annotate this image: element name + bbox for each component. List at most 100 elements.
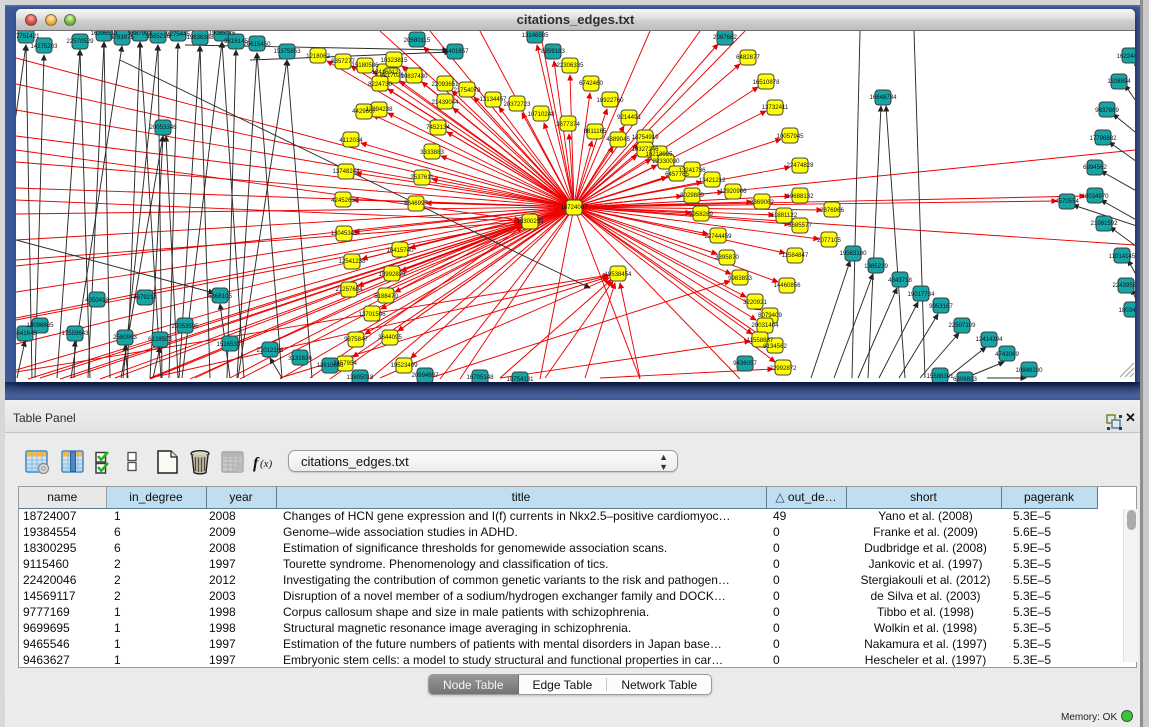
svg-text:6128503: 6128503: [148, 336, 172, 343]
svg-text:9958289: 9958289: [689, 211, 713, 218]
svg-text:f: f: [253, 455, 260, 472]
svg-text:18034339: 18034339: [1118, 307, 1135, 314]
svg-text:19563180: 19563180: [839, 250, 867, 257]
svg-text:3395870: 3395870: [715, 254, 739, 261]
svg-text:20580115: 20580115: [404, 37, 431, 44]
svg-text:22439587: 22439587: [1112, 282, 1135, 289]
svg-text:17751421: 17751421: [16, 33, 40, 40]
svg-text:4112034: 4112034: [339, 137, 363, 144]
svg-text:21754078: 21754078: [453, 87, 481, 94]
svg-text:4743069: 4743069: [995, 351, 1019, 358]
svg-text:13045349: 13045349: [330, 230, 358, 237]
svg-text:20053346: 20053346: [149, 124, 177, 131]
svg-text:20615450: 20615450: [243, 41, 271, 48]
svg-text:15375853: 15375853: [273, 48, 301, 55]
svg-text:14460856: 14460856: [773, 282, 801, 289]
svg-text:3220921: 3220921: [743, 299, 767, 306]
svg-text:12414394: 12414394: [975, 336, 1003, 343]
svg-text:9436057: 9436057: [733, 360, 757, 367]
svg-text:18034970: 18034970: [1081, 193, 1109, 200]
svg-text:13421212: 13421212: [698, 177, 726, 184]
svg-text:16415740: 16415740: [386, 247, 414, 254]
svg-text:13146585: 13146585: [521, 32, 549, 39]
svg-text:3677374: 3677374: [556, 121, 580, 128]
svg-text:6457765: 6457765: [665, 171, 689, 178]
svg-text:19085076: 19085076: [208, 31, 236, 37]
svg-text:8224730: 8224730: [368, 81, 392, 88]
svg-text:21257684: 21257684: [335, 286, 363, 293]
svg-text:16224441: 16224441: [1116, 53, 1135, 60]
svg-text:22744459: 22744459: [704, 233, 732, 240]
svg-text:19538454: 19538454: [604, 271, 632, 278]
svg-text:21439044: 21439044: [431, 99, 459, 106]
svg-text:22992872: 22992872: [769, 365, 797, 372]
svg-text:8646997: 8646997: [404, 200, 428, 207]
svg-text:2087682: 2087682: [713, 34, 737, 41]
svg-text:19523409: 19523409: [390, 362, 418, 369]
svg-text:13805018: 13805018: [346, 374, 374, 381]
svg-text:17559643: 17559643: [61, 330, 89, 337]
svg-text:9875847: 9875847: [344, 336, 368, 343]
svg-text:1385239: 1385239: [864, 263, 888, 270]
svg-text:18992829: 18992829: [378, 271, 406, 278]
svg-text:1108894: 1108894: [1107, 78, 1131, 85]
svg-text:7452134: 7452134: [426, 124, 450, 131]
svg-text:16648784: 16648784: [869, 94, 897, 101]
svg-text:15180586: 15180586: [351, 62, 379, 69]
svg-text:4679214: 4679214: [133, 294, 157, 301]
svg-text:18922760: 18922760: [596, 97, 624, 104]
svg-text:3644095: 3644095: [378, 334, 402, 341]
svg-text:3131636: 3131636: [288, 355, 312, 362]
svg-text:8811165: 8811165: [584, 128, 607, 135]
svg-text:4245263: 4245263: [331, 197, 355, 204]
svg-text:6482877: 6482877: [736, 54, 760, 61]
svg-text:8029889: 8029889: [680, 192, 704, 199]
svg-text:5188470: 5188470: [374, 293, 398, 300]
svg-text:22474828: 22474828: [786, 162, 814, 169]
svg-text:1218062: 1218062: [306, 53, 330, 60]
svg-text:10323815: 10323815: [380, 57, 408, 64]
svg-text:19688132: 19688132: [786, 193, 814, 200]
svg-text:2580963: 2580963: [113, 334, 137, 341]
svg-text:5641643: 5641643: [16, 330, 37, 337]
svg-text:21012166: 21012166: [256, 347, 284, 354]
svg-text:4843718: 4843718: [888, 277, 912, 284]
svg-text:15165337: 15165337: [216, 341, 244, 348]
svg-text:20994697: 20994697: [411, 372, 439, 379]
svg-text:10057945: 10057945: [776, 133, 804, 140]
svg-text:4389045: 4389045: [606, 136, 630, 143]
svg-text:22306335: 22306335: [556, 62, 584, 69]
svg-text:22570529: 22570529: [66, 38, 94, 45]
svg-text:6368105: 6368105: [208, 293, 232, 300]
svg-text:22507109: 22507109: [948, 322, 976, 329]
svg-text:10848230: 10848230: [1015, 367, 1043, 374]
svg-text:8134562: 8134562: [763, 343, 787, 350]
svg-text:2876966: 2876966: [820, 207, 844, 214]
svg-text:4570554: 4570554: [1055, 198, 1079, 205]
svg-text:6306893: 6306893: [953, 376, 977, 382]
svg-text:18754131: 18754131: [506, 376, 534, 382]
svg-text:6994562: 6994562: [1083, 164, 1107, 171]
svg-text:3333883: 3333883: [420, 149, 444, 156]
svg-text:9983893: 9983893: [728, 275, 752, 282]
svg-text:18300295: 18300295: [516, 218, 544, 225]
svg-text:16213925: 16213925: [645, 151, 673, 158]
svg-text:13748244: 13748244: [332, 168, 360, 175]
svg-text:15588301: 15588301: [926, 373, 954, 380]
svg-text:14401657: 14401657: [441, 48, 469, 55]
svg-text:10710248: 10710248: [527, 111, 555, 118]
svg-text:2537611: 2537611: [410, 174, 434, 181]
svg-text:12920906: 12920906: [719, 188, 747, 195]
svg-text:8359183: 8359183: [541, 48, 565, 55]
svg-text:21981592: 21981592: [1090, 220, 1118, 227]
svg-text:14275203: 14275203: [30, 43, 58, 50]
svg-text:11881122: 11881122: [771, 212, 798, 219]
svg-text:8369062: 8369062: [750, 199, 774, 206]
svg-text:13701506: 13701506: [358, 311, 386, 318]
svg-text:12541238: 12541238: [338, 258, 366, 265]
svg-text:20031404: 20031404: [751, 322, 779, 329]
svg-text:8079409: 8079409: [758, 312, 782, 319]
svg-text:17796882: 17796882: [1089, 135, 1117, 142]
svg-text:4050413: 4050413: [85, 297, 109, 304]
svg-text:4429607: 4429607: [352, 108, 376, 115]
